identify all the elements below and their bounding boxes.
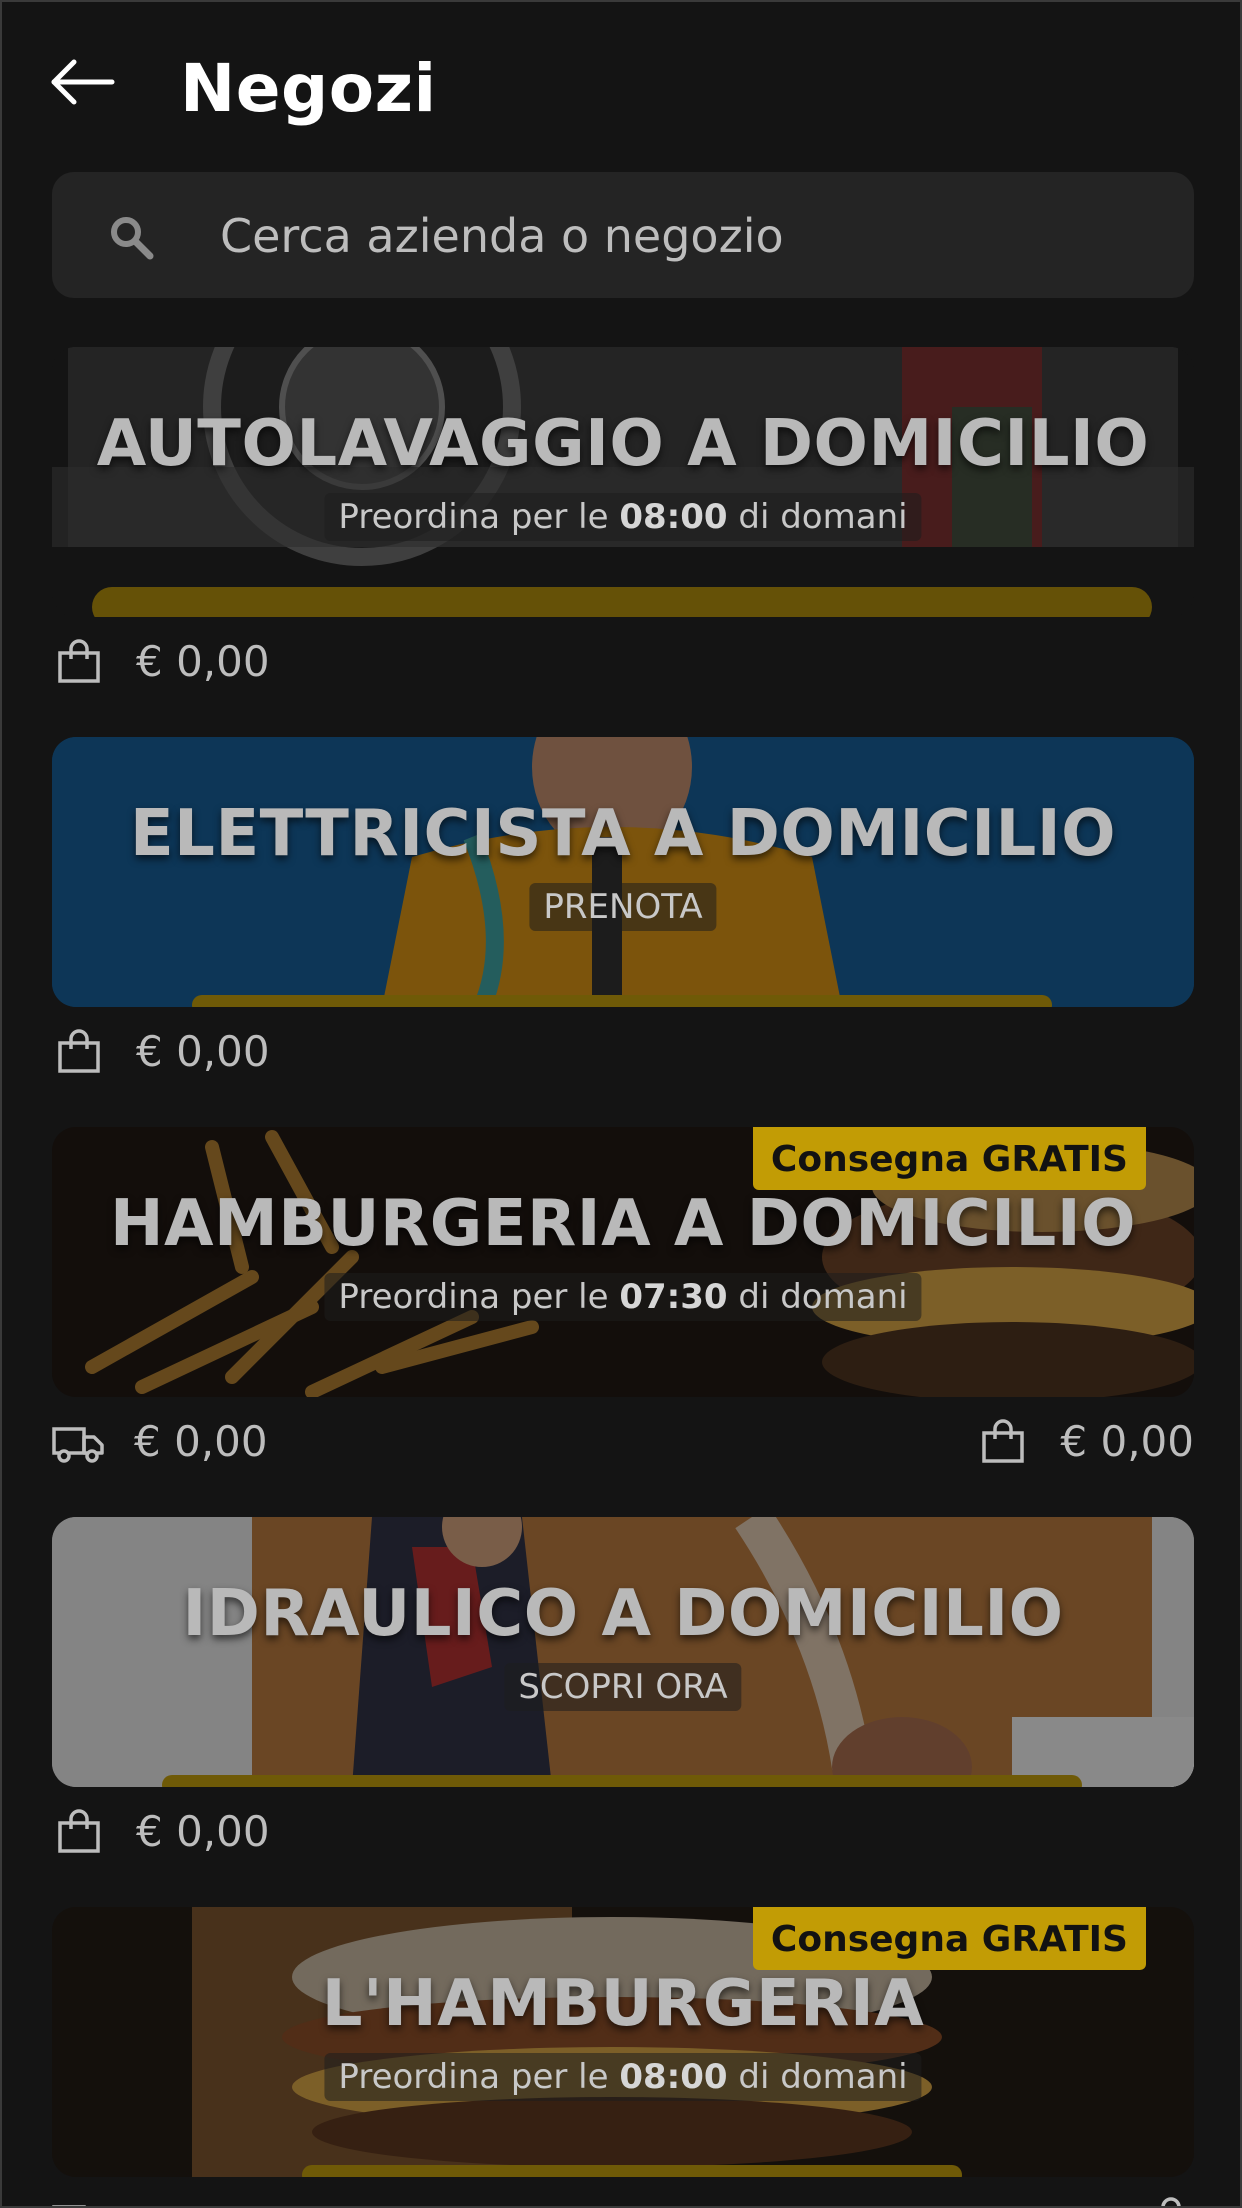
store-card-autolavaggio: AUTOLAVAGGIO A DOMICILIO Preordina per l…: [52, 347, 1194, 737]
page-title: Negozi: [180, 50, 437, 127]
search-input[interactable]: [218, 200, 1162, 272]
free-delivery-badge: Consegna GRATIS: [752, 1907, 1146, 1970]
store-name: AUTOLAVAGGIO A DOMICILIO: [96, 407, 1150, 481]
pickup-price: € 0,00: [52, 1807, 270, 1856]
back-button[interactable]: [48, 52, 118, 112]
price-value: € 0,00: [136, 1027, 270, 1076]
pickup-price: € 0,00: [52, 637, 270, 686]
shopping-bag-icon: [982, 1418, 1025, 1463]
price-row: € 0,00: [52, 617, 1194, 737]
store-name: HAMBURGERIA A DOMICILIO: [109, 1187, 1137, 1261]
preorder-info: Preordina per le 07:30 di domani: [324, 1273, 922, 1321]
shopping-bag-icon: [58, 1808, 100, 1853]
free-delivery-badge: Consegna GRATIS: [752, 1127, 1146, 1190]
price-value: € 0,00: [136, 1807, 270, 1856]
search-icon: [111, 217, 154, 260]
delivery-truck-icon: [52, 2205, 86, 2206]
store-banner[interactable]: AUTOLAVAGGIO A DOMICILIO Preordina per l…: [52, 347, 1194, 617]
price-row: € 0,00: [52, 1007, 1194, 1127]
store-name: ELETTRICISTA A DOMICILIO: [129, 797, 1117, 871]
arrow-left-icon: [51, 59, 115, 105]
price-row: € 0,00 € 0,00: [52, 1397, 1194, 1517]
store-cta: PRENOTA: [529, 883, 717, 931]
price-value: € 0,00: [134, 1417, 268, 1466]
store-card-hamburgeria-domicilio: Consegna GRATIS HAMBURGERIA A DOMICILIO …: [52, 1127, 1194, 1517]
store-card-lhamburgeria: Consegna GRATIS L'HAMBURGERIA Preordina …: [52, 1907, 1194, 2206]
shopping-bag-icon: [1161, 2197, 1181, 2206]
top-bar: Negozi: [2, 2, 1240, 172]
delivery-price: € 0,00: [52, 1417, 268, 1466]
banner-overlay: [52, 1517, 1194, 1787]
store-card-idraulico: IDRAULICO A DOMICILIO SCOPRI ORA € 0,00: [52, 1517, 1194, 1907]
price-row: € 0,00: [52, 1787, 1194, 1907]
store-banner[interactable]: Consegna GRATIS HAMBURGERIA A DOMICILIO …: [52, 1127, 1194, 1397]
preorder-info: Preordina per le 08:00 di domani: [324, 493, 922, 541]
store-banner[interactable]: ELETTRICISTA A DOMICILIO PRENOTA: [52, 737, 1194, 1007]
preorder-info: Preordina per le 08:00 di domani: [324, 2053, 922, 2101]
pickup-price: € 0,00: [976, 1417, 1194, 1466]
app-screen: Negozi AUTOLAVAGGIO A DOMICILIO Preordin…: [0, 0, 1242, 2208]
price-value: € 0,00: [1060, 1417, 1194, 1466]
banner-overlay: [52, 737, 1194, 1007]
pickup-price: € 0,00: [52, 1027, 270, 1076]
store-cta: SCOPRI ORA: [504, 1663, 742, 1711]
price-value: € 0,00: [136, 637, 270, 686]
store-name: L'HAMBURGERIA: [321, 1967, 925, 2041]
price-row: [52, 2177, 1194, 2206]
store-banner[interactable]: Consegna GRATIS L'HAMBURGERIA Preordina …: [52, 1907, 1194, 2177]
delivery-truck-icon: [52, 1426, 104, 1463]
store-banner[interactable]: IDRAULICO A DOMICILIO SCOPRI ORA: [52, 1517, 1194, 1787]
shopping-bag-icon: [58, 638, 100, 683]
shopping-bag-icon: [58, 1028, 100, 1073]
banner-overlay: [52, 347, 1194, 617]
store-card-elettricista: ELETTRICISTA A DOMICILIO PRENOTA € 0,00: [52, 737, 1194, 1127]
store-name: IDRAULICO A DOMICILIO: [182, 1577, 1064, 1651]
